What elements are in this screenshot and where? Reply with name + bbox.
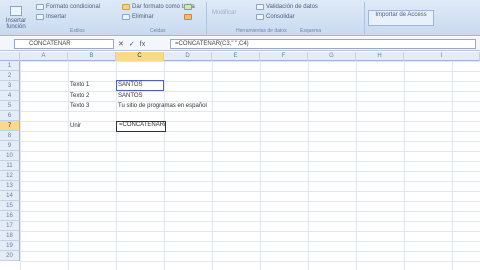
format-icon: [184, 14, 192, 20]
data-validation-button[interactable]: Validación de datos: [256, 4, 318, 10]
group-label-data-tools: Herramientas de datos: [236, 28, 287, 34]
row-header[interactable]: 15: [0, 201, 20, 211]
delete-icon: [122, 14, 130, 20]
row-header[interactable]: 8: [0, 131, 20, 141]
row-header[interactable]: 12: [0, 171, 20, 181]
row-header[interactable]: 17: [0, 221, 20, 231]
delete-button[interactable]: Eliminar: [122, 14, 154, 20]
consolidate-icon: [256, 14, 264, 20]
enter-icon[interactable]: ✓: [129, 40, 135, 48]
active-cell-c7[interactable]: =CONCATENAR(C3," ",C4): [116, 121, 166, 132]
formula-input[interactable]: =CONCATENAR(C3," ",C4): [170, 39, 476, 49]
import-access-button[interactable]: Importar de Access: [368, 10, 434, 26]
ribbon: Insertar función Formato condicional Ins…: [0, 0, 480, 36]
row-header[interactable]: 7: [0, 121, 20, 131]
row-header[interactable]: 19: [0, 241, 20, 251]
row-header[interactable]: 5: [0, 101, 20, 111]
column-header-i[interactable]: I: [404, 52, 480, 61]
cell-b3[interactable]: Texto 1: [70, 81, 89, 89]
name-box[interactable]: CONCATENAR: [14, 39, 114, 49]
insert-button[interactable]: Insertar: [36, 14, 66, 20]
column-header-h[interactable]: H: [356, 52, 404, 61]
insert-icon: [36, 14, 44, 20]
cell-c5[interactable]: Tu sitio de programas en español: [118, 102, 207, 110]
cell-b5[interactable]: Texto 3: [70, 102, 89, 110]
group-label-styles: Estilos: [70, 28, 85, 34]
conditional-format-button[interactable]: Formato condicional: [36, 4, 100, 10]
column-header-e[interactable]: E: [212, 52, 260, 61]
validation-icon: [256, 4, 264, 10]
row-header[interactable]: 14: [0, 191, 20, 201]
cell-styles-icon: [184, 4, 192, 10]
worksheet-grid[interactable]: Texto 1 SANTOS Texto 2 SANTOS Texto 3 Tu…: [20, 61, 480, 270]
table-icon: [36, 4, 44, 10]
column-header-g[interactable]: G: [308, 52, 356, 61]
function-icon: [10, 6, 22, 16]
row-header[interactable]: 3: [0, 81, 20, 91]
cell-b7[interactable]: Unir: [70, 122, 81, 130]
column-header-f[interactable]: F: [260, 52, 308, 61]
row-header[interactable]: 4: [0, 91, 20, 101]
row-header[interactable]: 13: [0, 181, 20, 191]
column-header-a[interactable]: A: [20, 52, 68, 61]
consolidate-button[interactable]: Consolidar: [256, 14, 295, 20]
row-header[interactable]: 16: [0, 211, 20, 221]
cell-styles-button[interactable]: [184, 4, 192, 10]
row-header[interactable]: 20: [0, 251, 20, 261]
row-header[interactable]: 9: [0, 141, 20, 151]
column-header-b[interactable]: B: [68, 52, 116, 61]
cell-b4[interactable]: Texto 2: [70, 92, 89, 100]
row-header[interactable]: 10: [0, 151, 20, 161]
formula-bar: CONCATENAR ✕ ✓ fx =CONCATENAR(C3," ",C4): [0, 37, 480, 51]
row-header[interactable]: 6: [0, 111, 20, 121]
column-header-d[interactable]: D: [164, 52, 212, 61]
column-header-c[interactable]: C: [116, 52, 164, 61]
group-label-outline: Esquema: [300, 28, 322, 34]
cell-c3[interactable]: SANTOS: [118, 81, 143, 89]
ribbon-separator: [364, 2, 365, 34]
insert-function-icon[interactable]: fx: [140, 41, 145, 48]
modify-button[interactable]: Modificar: [212, 10, 236, 16]
row-header[interactable]: 2: [0, 71, 20, 81]
format-button[interactable]: [184, 14, 192, 20]
ribbon-separator: [206, 2, 207, 34]
cancel-icon[interactable]: ✕: [118, 40, 124, 48]
table-style-icon: [122, 4, 130, 10]
group-label-cells: Celdas: [150, 28, 166, 34]
row-header[interactable]: 18: [0, 231, 20, 241]
select-all-corner[interactable]: [0, 52, 20, 61]
row-header[interactable]: 1: [0, 61, 20, 71]
row-header[interactable]: 11: [0, 161, 20, 171]
formula-buttons: ✕ ✓ fx: [118, 39, 168, 49]
insert-function-button[interactable]: Insertar función: [2, 6, 30, 30]
cell-c4[interactable]: SANTOS: [118, 92, 143, 100]
column-headers: A B C D E F G H I: [0, 52, 480, 61]
